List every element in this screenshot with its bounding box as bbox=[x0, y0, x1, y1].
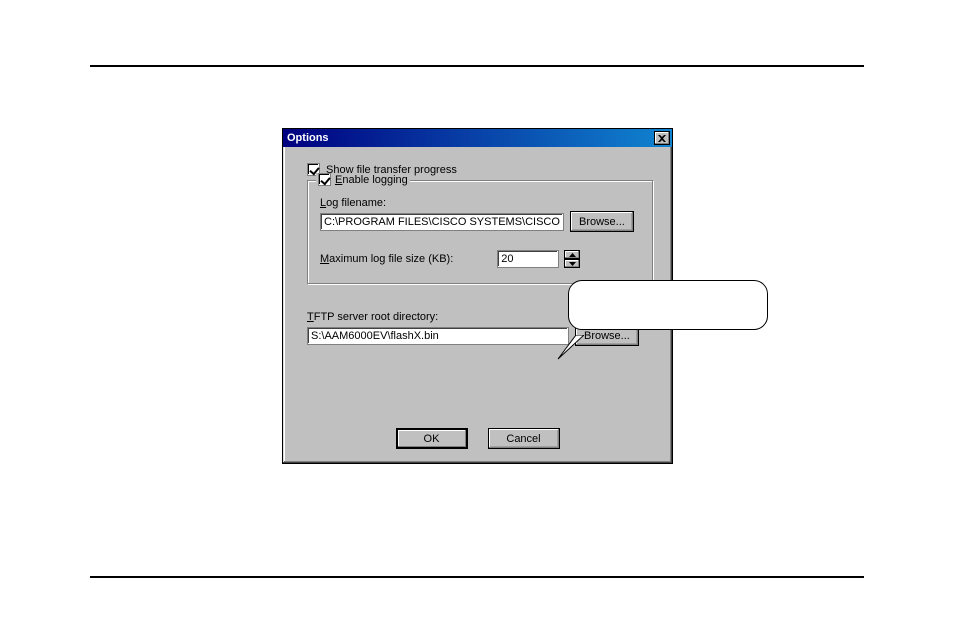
spin-up-button[interactable] bbox=[564, 250, 580, 259]
max-logsize-spinner bbox=[564, 250, 580, 268]
log-filename-label: Log filename: bbox=[320, 197, 641, 209]
chevron-up-icon bbox=[569, 253, 576, 257]
page-rule-top bbox=[90, 65, 864, 67]
max-logsize-label: Maximum log file size (KB): bbox=[320, 253, 453, 265]
enable-logging-checkbox[interactable] bbox=[318, 173, 331, 186]
log-browse-button[interactable]: Browse... bbox=[570, 211, 634, 232]
titlebar: Options bbox=[283, 129, 672, 147]
spin-down-button[interactable] bbox=[564, 259, 580, 268]
chevron-down-icon bbox=[569, 262, 576, 266]
log-filename-input[interactable] bbox=[320, 213, 564, 231]
annotation-callout bbox=[568, 280, 768, 330]
log-filename-line: Browse... bbox=[320, 211, 641, 232]
logging-group: Enable logging Log filename: Browse... M… bbox=[307, 180, 654, 285]
dialog-title: Options bbox=[287, 132, 329, 144]
ok-button[interactable]: OK bbox=[396, 428, 468, 449]
max-logsize-input[interactable] bbox=[497, 250, 559, 268]
tftp-root-input[interactable] bbox=[307, 327, 569, 345]
page-rule-bottom bbox=[90, 576, 864, 578]
close-button[interactable] bbox=[654, 131, 670, 145]
dialog-buttons: OK Cancel bbox=[283, 428, 672, 449]
max-logsize-line: Maximum log file size (KB): bbox=[320, 250, 641, 268]
close-icon bbox=[658, 135, 666, 142]
logging-group-legend: Enable logging bbox=[316, 173, 410, 186]
enable-logging-label[interactable]: Enable logging bbox=[335, 174, 408, 186]
cancel-button[interactable]: Cancel bbox=[488, 428, 560, 449]
